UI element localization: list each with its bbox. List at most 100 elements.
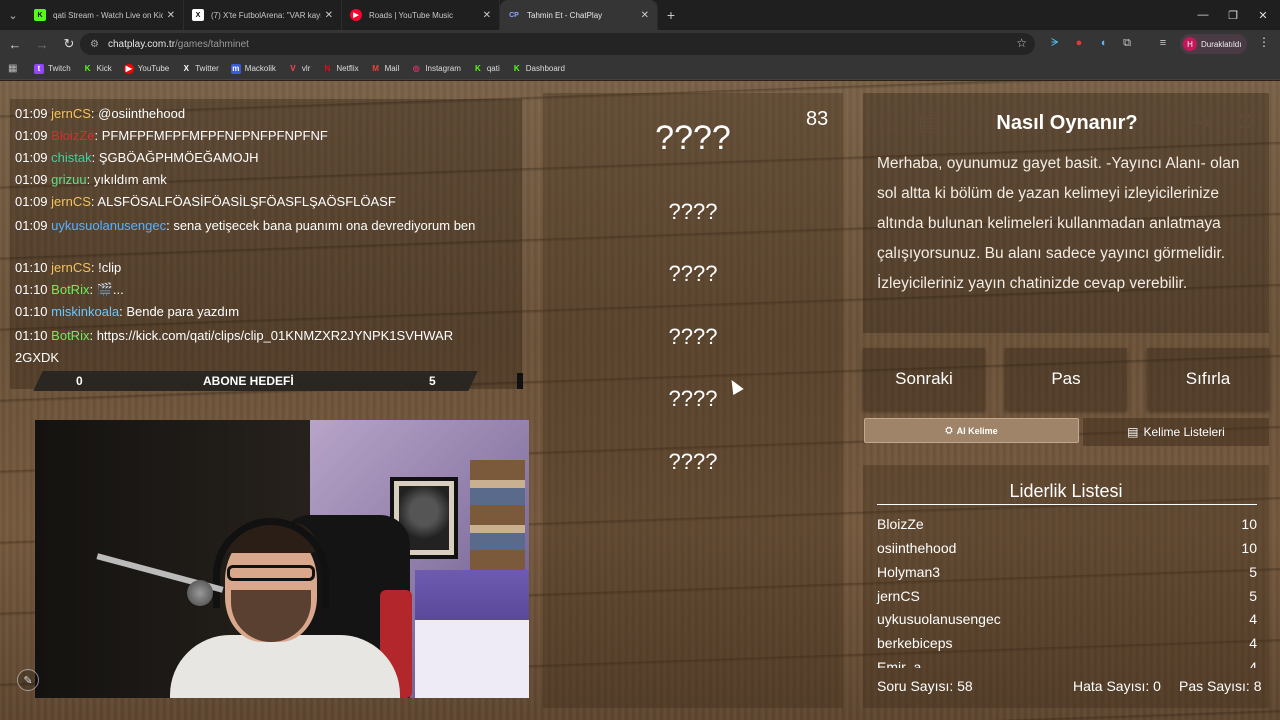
tab-title: qati Stream - Watch Live on Kick	[53, 10, 163, 20]
close-tab-icon[interactable]: ✕	[641, 10, 649, 21]
pass-button[interactable]: Pas	[1005, 348, 1127, 410]
leaderboard-row: Holyman3 5	[877, 564, 1257, 580]
vlr-icon: V	[290, 64, 296, 73]
bookmark-twitch[interactable]: t Twitch	[34, 63, 71, 74]
sub-goal-bar: 0 ABONE HEDEFİ 5	[10, 371, 523, 391]
extension-icon[interactable]: ᗒ	[1047, 35, 1063, 51]
chat-message: 01:10 miskinkoala: Bende para yazdım	[15, 304, 240, 319]
leaderboard-row: BloizZe 10	[877, 516, 1257, 532]
leaderboard-row: berkebiceps 4	[877, 635, 1257, 651]
forbidden-word: ????	[668, 324, 718, 349]
error-count: Hata Sayısı: 0	[1073, 678, 1161, 694]
exit-icon[interactable]: ➜	[1187, 107, 1217, 137]
gear-icon[interactable]: ⚙	[1230, 107, 1260, 137]
bookmark-mail[interactable]: M Mail	[371, 64, 399, 74]
bookmark-youtube[interactable]: ▶ YouTube	[123, 63, 170, 74]
robot-icon: ⛭	[945, 425, 953, 435]
fullscreen-icon[interactable]: ⛶	[873, 107, 903, 137]
bookmark-label: Netflix	[336, 64, 359, 73]
divider	[877, 504, 1257, 505]
leaderboard-row: uykusuolanusengec 4	[877, 611, 1257, 627]
url-domain: chatplay.com.tr	[107, 38, 176, 50]
instagram-icon: ◎	[412, 64, 420, 73]
media-control-icon[interactable]: ≡	[1155, 35, 1171, 51]
bookmark-label: YouTube	[137, 64, 170, 73]
leaderboard-list[interactable]: BloizZe 10 osiinthehood 10 Holyman3 5 jernC…	[863, 511, 1269, 668]
goal-min: 0	[76, 374, 83, 388]
extensions-puzzle-icon[interactable]: ⧉	[1119, 35, 1135, 51]
apps-grid-icon[interactable]: ▦	[8, 63, 22, 74]
close-tab-icon[interactable]: ✕	[325, 10, 333, 21]
tab-search-icon[interactable]: ⌄	[0, 0, 26, 30]
bookmark-kick[interactable]: K Kick	[83, 64, 112, 74]
browser-menu-icon[interactable]: ⋮	[1258, 35, 1270, 49]
goal-label: ABONE HEDEFİ	[203, 374, 294, 388]
site-info-icon[interactable]: ⚙	[90, 39, 99, 50]
bookmark-mackolik[interactable]: m Mackolik	[230, 63, 276, 74]
reset-button[interactable]: Sıfırla	[1147, 348, 1269, 410]
bookmark-vlr[interactable]: Vvlr	[288, 64, 310, 74]
bookmark-dashboard[interactable]: K Dashboard	[512, 64, 565, 74]
close-window-icon[interactable]: ✕	[1248, 0, 1278, 30]
avatar: H	[1183, 37, 1197, 51]
bookmark-label: Dashboard	[525, 64, 565, 73]
restore-icon[interactable]: ❐	[1218, 0, 1248, 30]
close-tab-icon[interactable]: ✕	[167, 10, 175, 21]
address-bar-row: ← → ↻ ⚙ chatplay.com.tr/games/tahminet ☆	[0, 30, 1280, 58]
bookmark-netflix[interactable]: N Netflix	[322, 64, 358, 74]
chat-message: 01:09 chistak: ŞGBÖAĞPHMÖEĞAMOJH	[15, 150, 259, 165]
chat-message: 01:09 jernCS: ALSFÖSALFÖASİFÖASİLŞFÖASFL…	[15, 194, 396, 209]
browser-tab-kick[interactable]: K qati Stream - Watch Live on Kick ✕	[26, 0, 184, 30]
youtube-music-icon: ▶	[350, 9, 362, 21]
forward-icon[interactable]: →	[30, 31, 54, 57]
leaderboard-title: Liderlik Listesi	[1009, 481, 1123, 501]
bookmark-qati[interactable]: Kqati	[473, 64, 500, 74]
chat-message: 01:09 grizuu: yıkıldım amk	[15, 172, 167, 187]
audio-extension-icon[interactable]: ◖	[1095, 35, 1111, 51]
bookmark-label: vlr	[301, 64, 311, 73]
new-tab-button[interactable]: +	[658, 2, 684, 28]
reload-icon[interactable]: ↻	[57, 31, 81, 57]
word-lists-button[interactable]: ▤ Kelime Listeleri	[1083, 418, 1269, 446]
chat-message: 01:09 uykusuolanusengec: sena yetişecek …	[15, 218, 476, 233]
record-extension-icon[interactable]: ●	[1071, 35, 1087, 51]
bookmark-label: Instagram	[425, 64, 461, 73]
url-field[interactable]: ⚙ chatplay.com.tr/games/tahminet ☆	[80, 33, 1035, 55]
forbidden-word: ????	[668, 386, 718, 411]
word-lists-label: Kelime Listeleri	[1143, 425, 1225, 439]
streamer	[170, 635, 400, 698]
microphone	[187, 580, 213, 606]
notes-icon[interactable]: ▤	[914, 107, 944, 137]
bookmark-twitter[interactable]: X Twitter	[181, 64, 219, 74]
bookmark-label: Kick	[96, 64, 112, 73]
bookmarks-bar: ▦ t Twitch K Kick ▶ YouTube X Twitter m Macko…	[0, 58, 1280, 80]
bookmark-label: qati	[486, 64, 500, 73]
ai-word-button[interactable]: ⛭ AI Kelime	[864, 418, 1079, 443]
kick-icon: K	[34, 9, 46, 21]
back-icon[interactable]: ←	[3, 31, 27, 57]
goal-max: 5	[429, 374, 436, 388]
netflix-icon: N	[324, 64, 331, 73]
profile-status: Duraklatıldı	[1201, 39, 1242, 49]
edit-icon[interactable]: ✎	[17, 669, 39, 691]
browser-tab-x[interactable]: X (7) X'te FutbolArena: "VAR kayıt... ✕	[184, 0, 342, 30]
browser-tab-chatplay[interactable]: CP Tahmin Et - ChatPlay ✕	[500, 0, 658, 30]
profile-button[interactable]: H Duraklatıldı	[1180, 34, 1248, 54]
bookmark-instagram[interactable]: ◎ Instagram	[411, 64, 461, 74]
chat-message: 01:09 BloizZe: PFMFPFMFPFMFPFNFPNFPFNPFN…	[15, 128, 328, 143]
target-word: ????	[655, 119, 731, 157]
goal-edge	[517, 373, 523, 389]
mail-icon: M	[372, 64, 379, 73]
ai-word-label: AI Kelime	[956, 425, 998, 436]
how-to-play-title: Nasıl Oynanır?	[996, 112, 1138, 134]
game-stats: Soru Sayısı: 58 Hata Sayısı: 0 Pas Sayıs…	[877, 678, 1261, 698]
close-tab-icon[interactable]: ✕	[483, 10, 491, 21]
x-icon: X	[192, 9, 204, 21]
next-button[interactable]: Sonraki	[863, 348, 985, 410]
how-to-play-text: Merhaba, oyunumuz gayet basit. -Yayıncı …	[877, 155, 1240, 292]
bookmark-star-icon[interactable]: ☆	[1016, 36, 1027, 50]
browser-tab-youtube-music[interactable]: ▶ Roads | YouTube Music ✕	[342, 0, 500, 30]
chatplay-icon: CP	[509, 11, 519, 19]
minimize-icon[interactable]: —	[1188, 0, 1218, 30]
pass-count: Pas Sayısı: 8	[1179, 678, 1262, 694]
